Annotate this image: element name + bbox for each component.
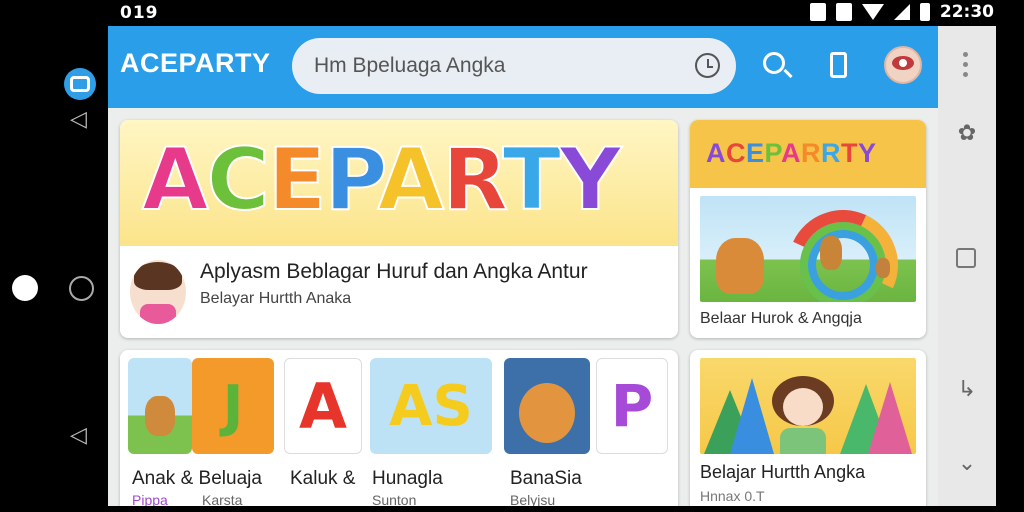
overflow-menu-icon[interactable] xyxy=(963,52,969,82)
tile-sub: Belyjsu xyxy=(510,492,556,506)
girl-figure xyxy=(772,376,834,454)
side-card-subtitle: Hnnax 0.T xyxy=(700,488,765,504)
tile-letter-a[interactable]: A xyxy=(284,358,362,454)
home-circle-button[interactable] xyxy=(69,276,94,301)
tile-letters-as[interactable]: AS xyxy=(370,358,492,454)
brand-title: ACEPARTY xyxy=(120,48,271,78)
status-icons: 22:30 xyxy=(809,2,994,22)
side-logo-letter: P xyxy=(764,138,782,168)
hero-logo: ACEPARTY xyxy=(141,129,622,231)
home-dot-button[interactable] xyxy=(12,275,38,301)
status-left-text: 019 xyxy=(120,3,159,23)
side-card-caption: Belaar Hurok & Angqja xyxy=(700,310,862,327)
side-card-top[interactable]: ACEPARRTY Belaar Hurok & Angqja xyxy=(690,120,926,338)
bear-figure xyxy=(716,238,764,294)
side-logo-letter: A xyxy=(706,138,726,168)
side-logo-letter: A xyxy=(781,138,802,168)
hero-card[interactable]: ACEPARTY Aplyasm Beblagar Huruf dan Angk… xyxy=(120,120,678,338)
side-card-logo: ACEPARRTY xyxy=(706,138,877,169)
hero-logo-letter: A xyxy=(141,129,210,231)
side-logo-letter: R xyxy=(821,138,842,168)
tile-sub: Sunton xyxy=(372,492,417,506)
dog-figure xyxy=(145,396,175,436)
signal-icon xyxy=(893,4,910,20)
search-icon[interactable] xyxy=(763,52,785,74)
app-bar: ACEPARTY Hm Bpeluaga Angka xyxy=(108,26,938,108)
side-card-header: ACEPARRTY xyxy=(690,120,926,188)
phone-icon[interactable] xyxy=(830,52,847,78)
hero-logo-letter: Y xyxy=(558,129,622,231)
app-screen: ACEPARTY Hm Bpeluaga Angka ACEPARTY Aply… xyxy=(108,26,938,506)
hero-logo-letter: R xyxy=(441,129,505,231)
party-hat-shape xyxy=(730,378,774,454)
hero-logo-letter: T xyxy=(502,129,563,231)
triangle-back-icon[interactable]: ◁ xyxy=(70,108,87,130)
tiles-card: J A AS P Anak & Beluaja Kaluk & Hunagla … xyxy=(120,350,678,506)
search-bar[interactable]: Hm Bpeluaga Angka xyxy=(292,38,736,94)
rainbow-shape xyxy=(772,196,914,302)
rainbow-scene-image xyxy=(700,196,916,302)
back-icon[interactable]: ◁ xyxy=(70,424,87,446)
avatar[interactable] xyxy=(884,46,922,84)
tile-letter-j[interactable]: J xyxy=(192,358,274,454)
hero-logo-letter: C xyxy=(206,129,271,231)
app-launcher-icon[interactable] xyxy=(64,68,96,100)
hero-logo-letter: A xyxy=(377,129,446,231)
search-input[interactable]: Hm Bpeluaga Angka xyxy=(314,54,505,78)
bear-figure xyxy=(820,236,842,270)
tile-label: BanaSia xyxy=(510,468,582,489)
hero-child-image xyxy=(130,260,186,324)
share-arrow-icon[interactable]: ↳ xyxy=(938,376,996,402)
history-clock-icon[interactable] xyxy=(695,53,720,78)
side-card-caption: Belajar Hurtth Angka xyxy=(700,462,866,482)
tile-letter-p[interactable]: P xyxy=(596,358,668,454)
tile-label: Anak & Beluaja xyxy=(132,468,262,489)
side-logo-letter: Y xyxy=(858,138,877,168)
status-bar: 019 22:30 xyxy=(0,0,1024,26)
settings-gear-icon[interactable]: ✿ xyxy=(938,120,996,146)
side-card-bottom[interactable]: Belajar Hurtth Angka Hnnax 0.T xyxy=(690,350,926,506)
vibrate-icon xyxy=(835,3,852,21)
side-logo-letter: E xyxy=(746,138,765,168)
chevron-down-icon[interactable]: ⌄ xyxy=(938,450,996,476)
side-logo-letter: C xyxy=(726,138,746,168)
left-navigation-bar: ◁ ◁ xyxy=(0,26,108,512)
tile-sub: Pippa xyxy=(132,492,168,506)
hero-subtitle: Belayar Hurtth Anaka xyxy=(200,290,352,307)
battery-icon xyxy=(919,3,930,21)
alarm-icon xyxy=(809,3,826,21)
tile-sub: Karsta xyxy=(202,492,243,506)
side-logo-letter: R xyxy=(801,138,822,168)
recents-square-icon[interactable] xyxy=(956,248,976,268)
tile-dog[interactable] xyxy=(128,358,192,454)
side-logo-letter: T xyxy=(841,138,859,168)
status-time: 22:30 xyxy=(939,2,994,22)
hero-logo-letter: P xyxy=(323,129,380,231)
hero-logo-letter: E xyxy=(267,129,328,231)
party-hat-shape xyxy=(868,382,912,454)
tile-bear[interactable] xyxy=(504,358,590,454)
bear-face xyxy=(519,383,575,443)
right-action-bar: ✿ ↳ ⌄ xyxy=(938,26,996,506)
tile-label: Kaluk & xyxy=(290,468,356,489)
wifi-icon xyxy=(861,4,884,20)
bear-figure xyxy=(876,258,890,278)
hero-banner: ACEPARTY xyxy=(120,120,678,246)
hero-title: Aplyasm Beblagar Huruf dan Angka Antur xyxy=(200,260,588,283)
tile-label: Hunagla xyxy=(372,468,443,489)
party-scene-image xyxy=(700,358,916,454)
device-frame: 019 22:30 ◁ ◁ ACEPARTY Hm Bpeluaga Angka xyxy=(0,0,1024,512)
